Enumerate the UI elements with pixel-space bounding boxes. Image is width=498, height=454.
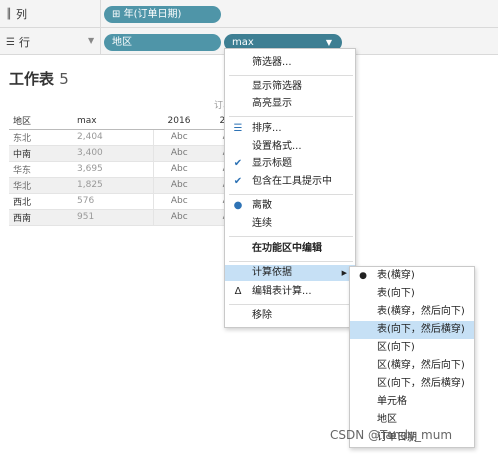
- columns-shelf[interactable]: ║ 列 ⊞ 年(订单日期): [0, 0, 498, 28]
- cell-region: 华东: [9, 161, 73, 178]
- menu-item-edit-in-shelf[interactable]: 在功能区中编辑: [225, 241, 355, 257]
- pill-context-menu: 筛选器... 显示筛选器 高亮显示 ☰ 排序... 设置格式... ✔ 显示标题…: [224, 48, 356, 328]
- data-table: 地区 max 2016 2017 东北 2,404 Abc Abc 中南 3,4…: [9, 113, 257, 226]
- columns-shelf-label: ║ 列: [6, 8, 28, 21]
- submenu-item-pane-down-then-across[interactable]: 区(向下，然后横穿): [350, 375, 474, 393]
- cell-max: 951: [73, 209, 154, 226]
- shelf-divider: [100, 0, 101, 27]
- shelf-divider: [100, 28, 101, 54]
- menu-separator: [229, 116, 353, 117]
- watermark: CSDN @Tandy_mum: [330, 428, 453, 442]
- menu-separator: [229, 304, 353, 305]
- menu-item-show-header[interactable]: ✔ 显示标题: [225, 156, 355, 172]
- checkmark-icon: ✔: [233, 176, 243, 187]
- menu-item-continuous[interactable]: 连续: [225, 216, 355, 232]
- sort-icon: ☰: [233, 123, 243, 134]
- table-row[interactable]: 东北 2,404 Abc Abc: [9, 129, 257, 146]
- table-row[interactable]: 西南 951 Abc Abc: [9, 209, 257, 226]
- rows-icon: ☰: [6, 36, 15, 48]
- cell-max: 2,404: [73, 129, 154, 146]
- menu-separator: [229, 261, 353, 262]
- table-row[interactable]: 西北 576 Abc Abc: [9, 193, 257, 210]
- cell-max: 3,400: [73, 145, 154, 162]
- worksheet-title: 工作表 5: [9, 70, 69, 88]
- submenu-item-table-down-then-across[interactable]: 表(向下，然后横穿): [350, 321, 474, 339]
- year-order-date-pill[interactable]: ⊞ 年(订单日期): [104, 6, 221, 23]
- cell-max: 3,695: [73, 161, 154, 178]
- table-row[interactable]: 中南 3,400 Abc Abc: [9, 145, 257, 162]
- delta-icon: Δ: [234, 286, 242, 297]
- submenu-item-table-down[interactable]: 表(向下): [350, 285, 474, 303]
- cell-2016: Abc: [153, 193, 205, 210]
- menu-item-edit-table-calc[interactable]: Δ 编辑表计算...: [225, 284, 355, 300]
- cell-region: 西南: [9, 209, 73, 226]
- cell-max: 576: [73, 193, 154, 210]
- menu-item-filter[interactable]: 筛选器...: [225, 55, 355, 71]
- cell-region: 西北: [9, 193, 73, 210]
- header-region[interactable]: 地区: [9, 113, 73, 130]
- cell-2016: Abc: [153, 209, 205, 226]
- header-max[interactable]: max: [73, 113, 153, 130]
- columns-icon: ║: [6, 8, 12, 20]
- submenu-item-region[interactable]: 地区: [350, 411, 474, 429]
- submenu-item-table-across[interactable]: ● 表(横穿): [350, 267, 474, 285]
- submenu-arrow-icon: ▶: [341, 269, 347, 277]
- submenu-item-cell[interactable]: 单元格: [350, 393, 474, 411]
- submenu-item-table-across-then-down[interactable]: 表(横穿，然后向下): [350, 303, 474, 321]
- cell-region: 中南: [9, 145, 73, 162]
- table-row[interactable]: 华北 1,825 Abc Abc: [9, 177, 257, 194]
- cell-2016: Abc: [153, 177, 205, 194]
- cell-region: 华北: [9, 177, 73, 194]
- chevron-down-icon[interactable]: ▼: [88, 36, 94, 45]
- radio-dot-icon: ●: [359, 271, 367, 281]
- header-2016[interactable]: 2016: [153, 113, 205, 130]
- region-pill[interactable]: 地区: [104, 34, 221, 51]
- menu-separator: [229, 236, 353, 237]
- submenu-item-pane-down[interactable]: 区(向下): [350, 339, 474, 357]
- cell-region: 东北: [9, 129, 73, 146]
- submenu-item-pane-across-then-down[interactable]: 区(横穿，然后向下): [350, 357, 474, 375]
- expand-icon: ⊞: [112, 9, 121, 20]
- menu-item-sort[interactable]: ☰ 排序...: [225, 121, 355, 137]
- menu-item-remove[interactable]: 移除: [225, 308, 355, 324]
- menu-item-show-filter[interactable]: 显示筛选器: [225, 79, 355, 95]
- cell-2016: Abc: [153, 129, 205, 146]
- menu-item-compute-using[interactable]: 计算依据 ▶: [225, 265, 355, 281]
- cell-max: 1,825: [73, 177, 154, 194]
- menu-separator: [229, 75, 353, 76]
- menu-item-include-tooltip[interactable]: ✔ 包含在工具提示中: [225, 174, 355, 190]
- menu-item-highlight[interactable]: 高亮显示: [225, 96, 355, 112]
- checkmark-icon: ✔: [233, 158, 243, 169]
- cell-2016: Abc: [153, 161, 205, 178]
- radio-dot-icon: ●: [233, 200, 243, 211]
- menu-item-discrete[interactable]: ● 离散: [225, 198, 355, 214]
- table-row[interactable]: 华东 3,695 Abc Abc: [9, 161, 257, 178]
- cell-2016: Abc: [153, 145, 205, 162]
- menu-item-format[interactable]: 设置格式...: [225, 139, 355, 155]
- menu-separator: [229, 194, 353, 195]
- rows-shelf-label: ☰ 行: [6, 36, 30, 49]
- table-header-row: 地区 max 2016 2017: [9, 113, 257, 130]
- compute-using-submenu: ● 表(横穿) 表(向下) 表(横穿，然后向下) 表(向下，然后横穿) 区(向下…: [349, 266, 475, 448]
